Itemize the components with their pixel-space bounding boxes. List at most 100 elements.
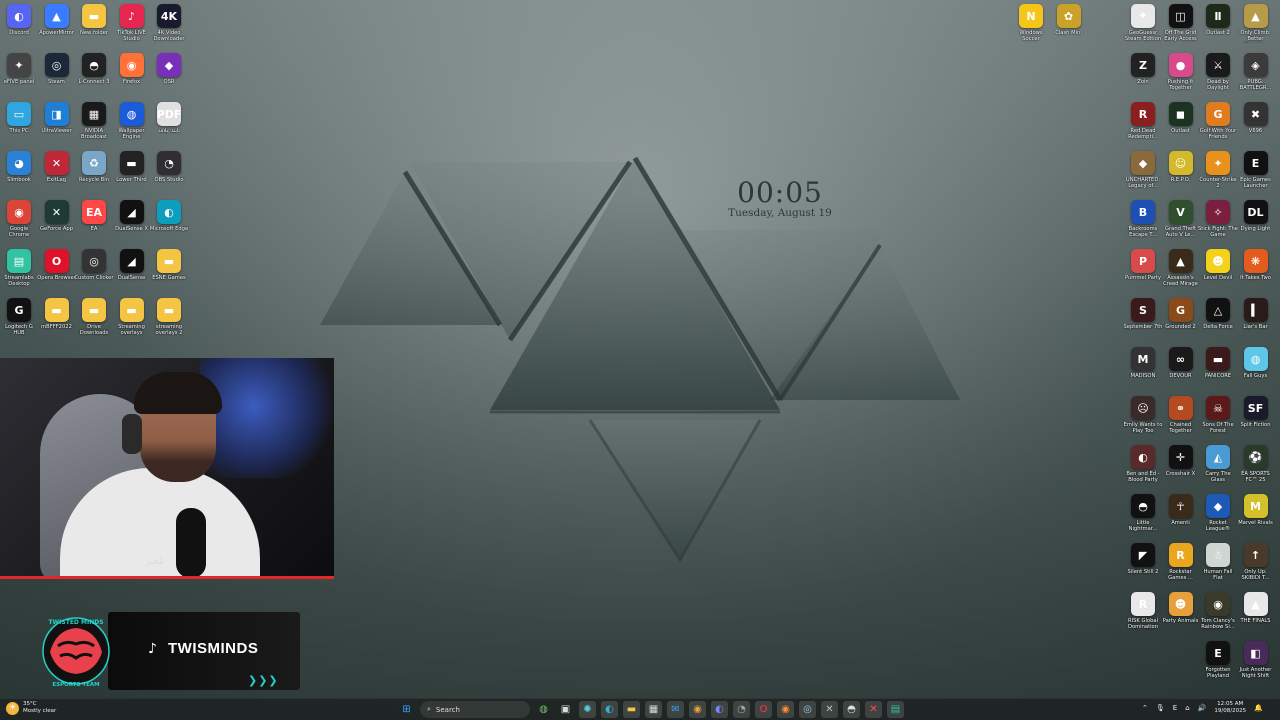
exitlag-taskbar-icon[interactable]: ✕ [865, 701, 882, 718]
geforce-taskbar-icon[interactable]: ✕ [821, 701, 838, 718]
language-indicator[interactable]: E [1173, 704, 1177, 712]
desktop-shortcut[interactable]: ◢ DualSense [113, 245, 151, 294]
desktop-shortcut[interactable]: S September 7th [1124, 294, 1162, 343]
lconnect-taskbar-icon[interactable]: ◓ [843, 701, 860, 718]
file-explorer-icon[interactable]: ▬ [623, 701, 640, 718]
desktop-shortcut[interactable]: R Red Dead Redempti... [1124, 98, 1162, 147]
desktop-shortcut[interactable]: R RISK Global Domination [1124, 588, 1162, 637]
desktop-shortcut[interactable]: ◆ UNCHARTED: Legacy of... [1124, 147, 1162, 196]
desktop-shortcut[interactable]: R Rockstar Games ... [1162, 539, 1200, 588]
desktop-shortcut[interactable]: Ⅱ Outlast 2 [1199, 0, 1237, 49]
chevron-up-icon[interactable]: ⌃ [1142, 704, 1148, 712]
desktop-shortcut[interactable]: △ Delta Force [1199, 294, 1237, 343]
desktop-shortcut[interactable]: DL Dying Light [1237, 196, 1275, 245]
microphone-tray-icon[interactable]: 🎙 [1156, 704, 1165, 712]
desktop-shortcut[interactable]: ▬ mBFFF2022 [38, 294, 76, 343]
desktop-shortcut[interactable]: ☥ Amenti [1162, 490, 1200, 539]
desktop-shortcut[interactable]: ⚽ EA SPORTS FC™ 25 [1237, 441, 1275, 490]
desktop-shortcut[interactable]: ♪ TikTok LIVE Studio [113, 0, 151, 49]
desktop-shortcut[interactable]: ↑ Only Up: SKIBIDI T... [1237, 539, 1275, 588]
desktop-shortcut[interactable]: B Backrooms Escape T... [1124, 196, 1162, 245]
desktop-shortcut[interactable]: ☺ R.E.P.O. [1162, 147, 1200, 196]
desktop-shortcut[interactable]: ◓ L-Connect 3 [75, 49, 113, 98]
desktop-shortcut[interactable]: ▲ Assassin's Creed Mirage [1162, 245, 1200, 294]
desktop-shortcut[interactable]: G Grounded 2 [1162, 294, 1200, 343]
desktop-shortcut[interactable]: ✛ Crosshair X [1162, 441, 1200, 490]
desktop-shortcut[interactable]: ✖ V696 [1237, 98, 1275, 147]
desktop-shortcut[interactable]: ◍ Fall Guys [1237, 343, 1275, 392]
notification-bell-icon[interactable]: 🔔 [1254, 704, 1263, 712]
desktop-shortcut[interactable]: ◈ PUBG: BATTLEGR... [1237, 49, 1275, 98]
desktop-shortcut[interactable]: V Grand Theft Auto V Le... [1162, 196, 1200, 245]
desktop-shortcut[interactable]: G Logitech G HUB [0, 294, 38, 343]
desktop-shortcut[interactable]: ◍ Wallpaper Engine [113, 98, 151, 147]
desktop-shortcut[interactable]: ▬ Lower Third [113, 147, 151, 196]
desktop-shortcut[interactable]: ∞ DEVOUR [1162, 343, 1200, 392]
desktop-shortcut[interactable]: ◆ OSR [150, 49, 188, 98]
desktop-shortcut[interactable]: ⚔ Dead by Daylight [1199, 49, 1237, 98]
task-view-icon[interactable]: ▣ [557, 701, 574, 718]
desktop-shortcut[interactable]: O Opera Browser [37, 245, 76, 294]
desktop-shortcut[interactable]: ✕ GeForce App [38, 196, 76, 245]
desktop-shortcut[interactable]: ▭ This PC [0, 98, 38, 147]
desktop-shortcut[interactable]: ▬ Streaming overlays [113, 294, 151, 343]
desktop-shortcut[interactable]: ☻ Level Devil [1199, 245, 1237, 294]
desktop-shortcut[interactable]: ◐ Ben and Ed - Blood Party [1124, 441, 1162, 490]
volume-icon[interactable]: 🔊 [1198, 704, 1207, 712]
desktop-shortcut[interactable]: ◐ Microsoft Edge [150, 196, 188, 245]
desktop-shortcut[interactable]: ● Pushing It Together [1162, 49, 1200, 98]
desktop-shortcut[interactable]: ⌖ GeoGuessr Steam Edition [1124, 0, 1162, 49]
chrome-taskbar-icon[interactable]: ◉ [689, 701, 706, 718]
desktop-shortcut[interactable]: ◨ UltraViewer [38, 98, 76, 147]
edge-taskbar-icon[interactable]: ◐ [601, 701, 618, 718]
weather-widget[interactable]: ☀ 35°C Mostly clear [6, 701, 56, 715]
desktop-shortcut[interactable]: ◼ Outlast [1162, 98, 1200, 147]
tray-clock[interactable]: 12:05 AM 19/08/2025 [1214, 701, 1246, 715]
desktop-shortcut[interactable]: ▲ ApowerMirror [38, 0, 76, 49]
desktop-shortcut[interactable]: G Golf With Your Friends [1199, 98, 1237, 147]
desktop-shortcut[interactable]: PDF ثابتة علاقة [150, 98, 188, 147]
desktop-shortcut[interactable]: ▬ streaming overlays 2 [150, 294, 188, 343]
store-icon[interactable]: ▦ [645, 701, 662, 718]
desktop-shortcut[interactable]: ⚭ Chained Together [1162, 392, 1200, 441]
desktop-shortcut[interactable]: ☃ Human Fall Flat [1199, 539, 1237, 588]
network-icon[interactable]: ⌂ [1185, 704, 1189, 712]
desktop-shortcut[interactable]: M Marvel Rivals [1237, 490, 1275, 539]
desktop-shortcut[interactable]: ◓ Little Nightmar... [1124, 490, 1162, 539]
desktop-shortcut[interactable]: ✕ ExitLag [38, 147, 76, 196]
desktop-shortcut[interactable]: Z Zoin [1124, 49, 1162, 98]
desktop-shortcut[interactable]: ✧ Stick Fight: The Game [1198, 196, 1238, 245]
desktop-shortcut[interactable]: ▲ Only Climb: Better Together [1237, 0, 1275, 49]
steam-taskbar-icon[interactable]: ◎ [799, 701, 816, 718]
desktop-shortcut[interactable]: ☻ Party Animals [1162, 588, 1200, 637]
desktop-shortcut[interactable]: ◧ Just Another Night Shift [1237, 637, 1275, 686]
firefox-taskbar-icon[interactable]: ◉ [777, 701, 794, 718]
desktop-shortcut[interactable]: ◕ Slimbook [0, 147, 38, 196]
desktop-shortcut[interactable]: ▬ PANICORE [1199, 343, 1237, 392]
desktop-shortcut[interactable]: ▤ Streamlabs Desktop [0, 245, 38, 294]
desktop-shortcut[interactable]: EA EA [75, 196, 113, 245]
desktop-shortcut[interactable]: ♻ Recycle Bin [75, 147, 113, 196]
desktop-shortcut[interactable]: ▲ THE FINALS [1237, 588, 1275, 637]
desktop-shortcut[interactable]: ☠ Sons Of The Forest [1199, 392, 1237, 441]
desktop-shortcut[interactable]: ◆ Rocket League® [1199, 490, 1237, 539]
desktop-shortcut[interactable]: ◭ Carry The Glass [1199, 441, 1237, 490]
desktop-shortcut[interactable]: ◎ Steam [38, 49, 76, 98]
desktop-shortcut[interactable]: ▦ NVIDIA Broadcast [75, 98, 113, 147]
desktop-shortcut[interactable]: ❋ It Takes Two [1237, 245, 1275, 294]
desktop-shortcut[interactable]: 4K 4K Video Downloader [150, 0, 188, 49]
desktop-shortcut[interactable]: SF Split Fiction [1237, 392, 1275, 441]
desktop-shortcut[interactable]: ▬ New folder [75, 0, 113, 49]
desktop-shortcut[interactable]: ✦ Counter-Strike 2 [1199, 147, 1237, 196]
desktop-shortcut[interactable]: ▬ ESNE Games [150, 245, 188, 294]
mail-icon[interactable]: ✉ [667, 701, 684, 718]
desktop-shortcut[interactable]: ◫ Off The Grid Early Access [1162, 0, 1200, 49]
desktop-shortcut[interactable]: ◎ Custom Clicker [74, 245, 114, 294]
desktop-shortcut[interactable]: ◔ OBS Studio [150, 147, 188, 196]
taskbar-search-box[interactable]: ⌕ Search [420, 701, 530, 718]
streamlabs-taskbar-icon[interactable]: ▤ [887, 701, 904, 718]
desktop-shortcut[interactable]: ◉ Google Chrome [0, 196, 38, 245]
start-icon[interactable]: ⊞ [398, 701, 415, 718]
desktop-shortcut[interactable]: N Windows Soccer [1012, 0, 1050, 49]
desktop-shortcut[interactable]: ◢ DualSense X [113, 196, 151, 245]
